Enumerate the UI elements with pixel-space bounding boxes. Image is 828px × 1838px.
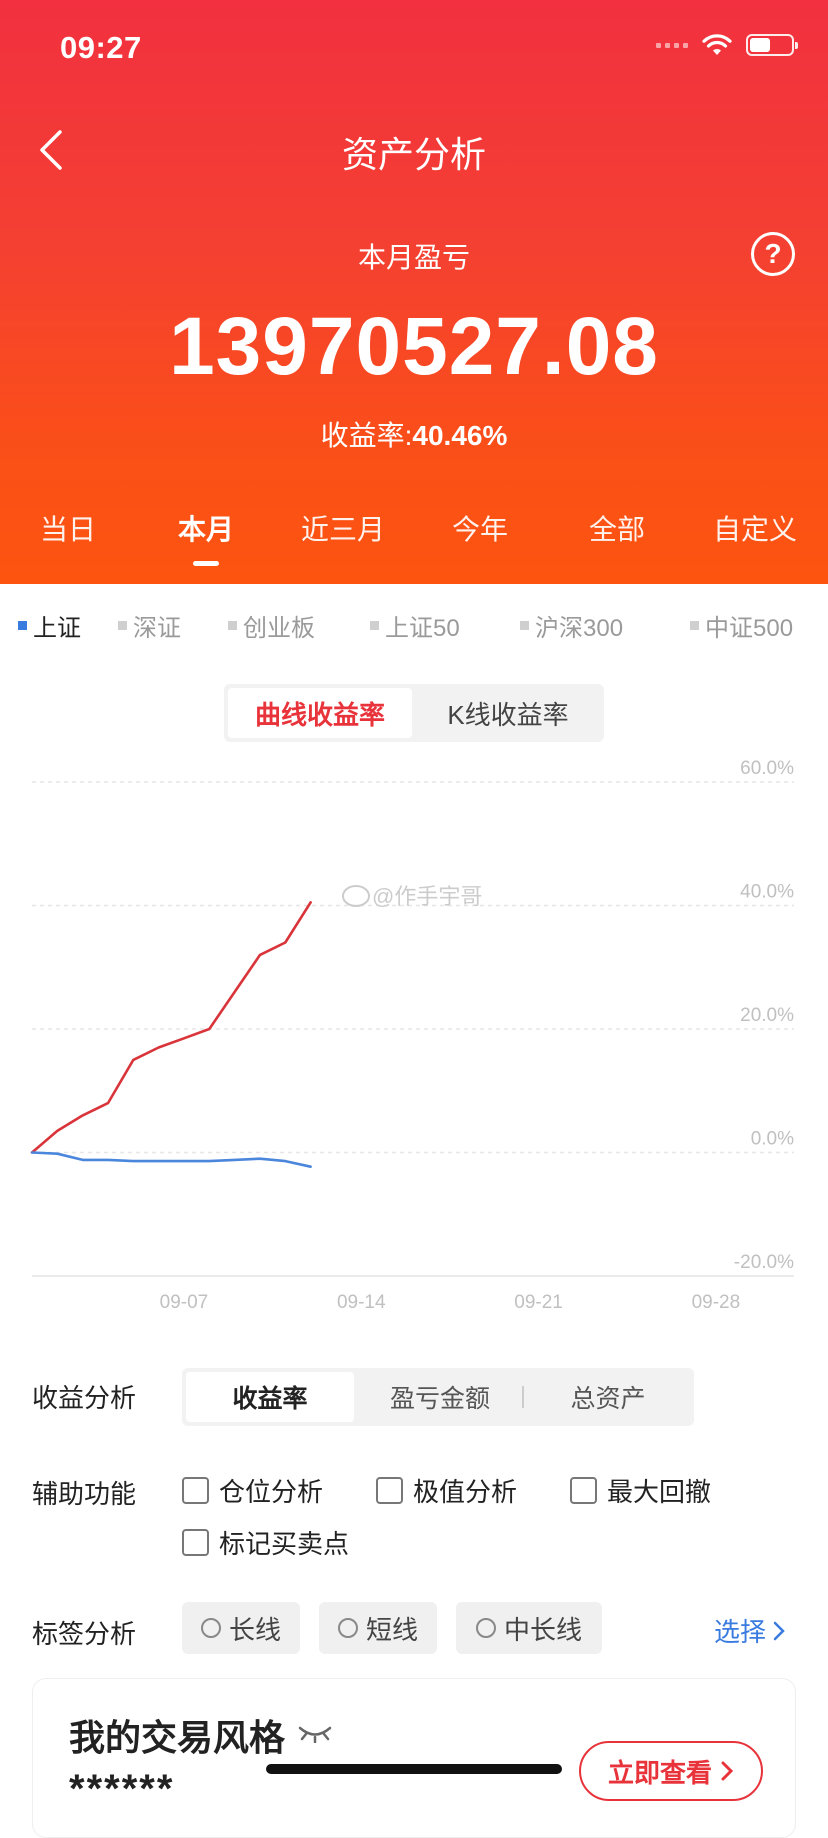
pl-value: 13970527.08 [169, 301, 659, 392]
eye-closed-icon[interactable] [297, 1723, 333, 1743]
curve-type-toggle: 曲线收益率 K线收益率 [224, 684, 604, 742]
index-line [30, 1151, 312, 1169]
view-now-button[interactable]: 立即查看 [579, 1741, 763, 1801]
weibo-icon [342, 885, 370, 907]
return-rate: 收益率:40.46% [0, 414, 828, 454]
masked-style: ****** [69, 1767, 175, 1811]
tag-label: 长线 [228, 1614, 281, 1645]
index-tab-label: 上证50 [385, 615, 460, 642]
x-tick-label: 09-14 [337, 1292, 386, 1313]
radio-icon [475, 1618, 496, 1638]
legend-square-icon [520, 621, 529, 630]
wifi-icon [702, 34, 732, 55]
pl-label: 本月盈亏 [357, 242, 470, 273]
select-label: 选择 [713, 1617, 766, 1647]
legend-square-icon [118, 621, 127, 630]
analysis-label: 收益分析 [32, 1383, 137, 1413]
legend-square-icon [370, 621, 379, 630]
y-tick-label: 20.0% [740, 1005, 794, 1026]
index-tab-sse[interactable]: 上证 [18, 608, 81, 643]
tag-mid-long-term[interactable]: 中长线 [456, 1602, 602, 1654]
header: 09:27 资产分析 ? 本月盈亏 13970527.08 收益率:40.46%… [0, 0, 828, 584]
index-tab-label: 上证 [33, 615, 81, 642]
curve-return-tab[interactable]: 曲线收益率 [228, 688, 412, 738]
checkbox-label: 仓位分析 [219, 1477, 324, 1507]
index-tab-csi500[interactable]: 中证500 [690, 608, 793, 643]
index-tab-label: 沪深300 [535, 615, 624, 642]
index-tab-szse[interactable]: 深证 [118, 608, 181, 643]
period-tabs: 当日 本月 近三月 今年 全部 自定义 [0, 508, 828, 564]
tab-custom[interactable]: 自定义 [713, 508, 797, 548]
view-now-label: 立即查看 [607, 1757, 712, 1788]
tag-short-term[interactable]: 短线 [319, 1602, 437, 1654]
legend-square-icon [690, 621, 699, 630]
max-drawdown-checkbox[interactable]: 最大回撤 [570, 1472, 711, 1509]
status-icons [656, 34, 798, 56]
index-tab-label: 创业板 [243, 615, 315, 642]
battery-icon [746, 34, 798, 56]
checkbox-icon[interactable] [376, 1477, 403, 1504]
checkbox-label: 最大回撤 [607, 1477, 712, 1507]
return-chart: 60.0% 40.0% 20.0% 0.0% -20.0% 09-07 09-14 09-21… [30, 758, 794, 1313]
checkbox-icon[interactable] [182, 1529, 209, 1556]
tag-label: 中长线 [503, 1614, 582, 1645]
radio-icon [337, 1618, 358, 1638]
x-tick-label: 09-28 [692, 1292, 741, 1313]
portfolio-line [30, 901, 312, 1154]
checkbox-icon[interactable] [570, 1477, 597, 1504]
status-time: 09:27 [60, 30, 142, 65]
page-title: 资产分析 [341, 134, 486, 175]
tab-this-month[interactable]: 本月 [178, 508, 234, 548]
mark-trades-checkbox[interactable]: 标记买卖点 [182, 1524, 349, 1561]
signal-icon [656, 42, 688, 48]
chevron-right-icon [773, 1621, 785, 1640]
tab-return-rate[interactable]: 收益率 [186, 1372, 354, 1422]
index-tab-label: 深证 [133, 615, 181, 642]
aux-label: 辅助功能 [32, 1479, 137, 1509]
tab-total-assets[interactable]: 总资产 [526, 1372, 690, 1422]
tab-today[interactable]: 当日 [40, 508, 96, 548]
tag-label: 短线 [365, 1614, 418, 1645]
tab-all[interactable]: 全部 [589, 508, 645, 548]
tag-long-term[interactable]: 长线 [182, 1602, 300, 1654]
segment-divider [522, 1386, 524, 1408]
analysis-toggle: 收益率 盈亏金额 总资产 [182, 1368, 694, 1426]
position-analysis-checkbox[interactable]: 仓位分析 [182, 1472, 323, 1509]
x-tick-label: 09-21 [514, 1292, 563, 1313]
y-tick-label: 0.0% [751, 1129, 794, 1150]
y-tick-label: 60.0% [740, 758, 794, 779]
index-tab-label: 中证500 [705, 615, 794, 642]
home-indicator [266, 1764, 562, 1774]
radio-icon [200, 1618, 221, 1638]
extreme-analysis-checkbox[interactable]: 极值分析 [376, 1472, 517, 1509]
tab-this-year[interactable]: 今年 [452, 508, 508, 548]
chevron-right-icon [721, 1761, 734, 1781]
index-tabs: 上证 深证 创业板 上证50 沪深300 中证500 [0, 608, 828, 642]
rate-label: 收益率: [320, 420, 413, 451]
checkbox-icon[interactable] [182, 1477, 209, 1504]
index-tab-chinext[interactable]: 创业板 [228, 608, 315, 643]
kline-return-tab[interactable]: K线收益率 [416, 688, 600, 738]
rate-value: 40.46% [412, 420, 508, 451]
x-tick-label: 09-07 [160, 1292, 209, 1313]
legend-square-icon [228, 621, 237, 630]
index-tab-csi300[interactable]: 沪深300 [520, 608, 623, 643]
style-title: 我的交易风格 [69, 1717, 286, 1758]
checkbox-label: 极值分析 [413, 1477, 518, 1507]
tab-three-months[interactable]: 近三月 [301, 508, 385, 548]
legend-square-icon [18, 621, 27, 630]
checkbox-label: 标记买卖点 [219, 1529, 350, 1559]
tags-label: 标签分析 [32, 1619, 137, 1649]
y-tick-label: 40.0% [740, 882, 794, 903]
index-tab-sse50[interactable]: 上证50 [370, 608, 460, 643]
trading-style-card: 我的交易风格 ****** 立即查看 [32, 1678, 796, 1838]
watermark: @作手宇哥 [372, 884, 482, 909]
y-tick-label: -20.0% [734, 1252, 794, 1273]
tab-pl-amount[interactable]: 盈亏金额 [358, 1372, 522, 1422]
select-link[interactable]: 选择 [714, 1612, 786, 1649]
